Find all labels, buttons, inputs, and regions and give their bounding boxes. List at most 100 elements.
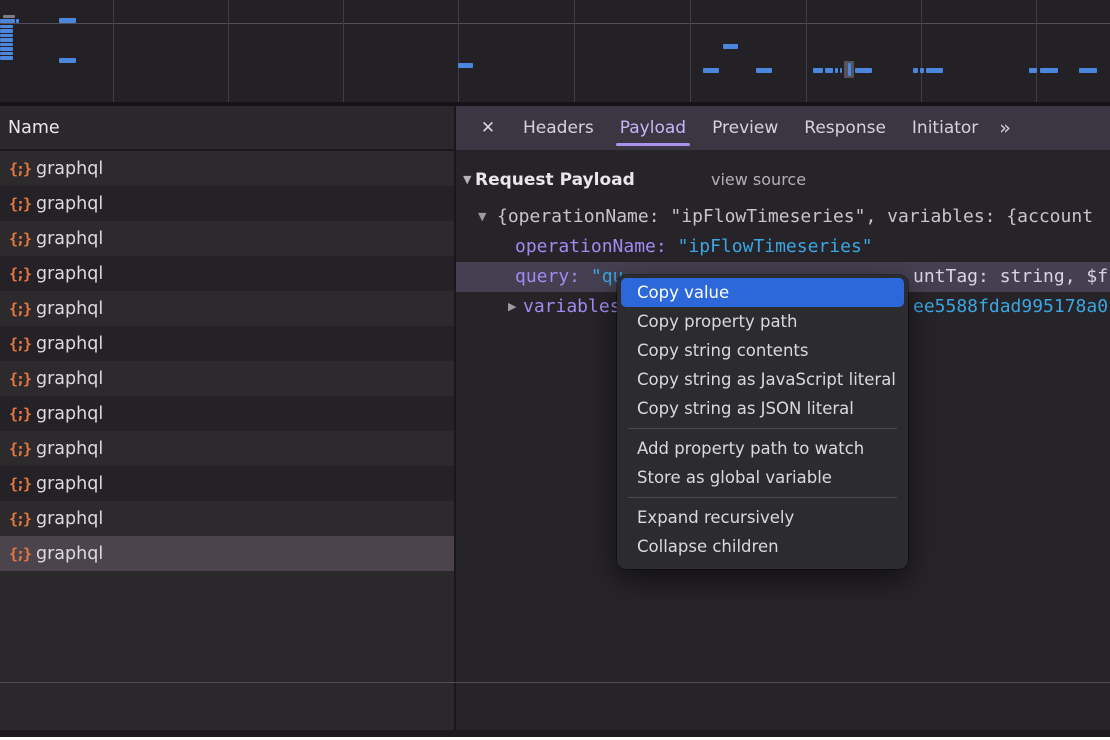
context-menu-item-collapse-children[interactable]: Collapse children [617,532,908,561]
request-timing-bar [1079,68,1097,73]
more-tabs-icon[interactable]: » [999,117,1009,139]
context-menu-item-copy-value[interactable]: Copy value [621,278,904,307]
footer-divider [0,682,1110,683]
close-icon[interactable]: ✕ [474,118,502,138]
request-timing-bar [0,56,13,60]
network-request-row[interactable]: {;}graphql [0,501,454,536]
tab-label: Payload [620,118,686,138]
context-menu-item-copy-string-contents[interactable]: Copy string contents [617,336,908,365]
details-tabbar: ✕ Headers Payload Preview Response Initiator… [456,106,1110,150]
query-value-right: untTag: string, $f [913,262,1108,292]
tab-response[interactable]: Response [791,106,899,150]
context-menu: Copy valueCopy property pathCopy string … [617,275,908,569]
overview-gridline [921,0,922,102]
json-braces-icon: {;} [9,475,33,493]
request-timing-bar [0,52,13,56]
active-tab-underline [616,143,690,146]
request-name-label: graphql [36,509,103,529]
network-request-row[interactable]: {;}graphql [0,466,454,501]
request-timing-bar [59,58,76,63]
request-timing-bar [825,68,833,73]
request-timing-bar [848,63,851,76]
operation-name-line[interactable]: operationName: "ipFlowTimeseries" [456,232,1110,262]
request-timing-bar [840,68,842,73]
request-name-label: graphql [36,369,103,389]
request-name-label: graphql [36,544,103,564]
tab-label: Headers [523,118,594,138]
request-timing-bar [855,68,872,73]
request-timing-bar [59,18,76,23]
tab-label: Response [804,118,886,138]
request-timing-bar [0,29,13,33]
request-timing-bar [813,68,823,73]
request-timing-bar [458,63,473,68]
request-timing-bar [3,15,15,18]
request-timing-bar [920,68,924,73]
network-request-row[interactable]: {;}graphql [0,186,454,221]
network-request-row[interactable]: {;}graphql [0,361,454,396]
tab-headers[interactable]: Headers [510,106,607,150]
network-request-row[interactable]: {;}graphql [0,256,454,291]
json-braces-icon: {;} [9,230,33,248]
variables-value-right: ee5588fdad995178a0 [913,292,1108,322]
section-collapse-triangle-icon[interactable]: ▼ [463,164,471,196]
request-timing-bar [0,25,13,29]
network-request-row[interactable]: {;}graphql [0,431,454,466]
network-request-row[interactable]: {;}graphql [0,536,454,571]
request-timing-bar [756,68,772,73]
payload-root-preview: {operationName: "ipFlowTimeseries", vari… [497,206,1093,227]
tab-label: Initiator [912,118,978,138]
request-timing-bar [0,47,13,51]
tab-initiator[interactable]: Initiator [899,106,991,150]
context-menu-item-copy-string-as-json-literal[interactable]: Copy string as JSON literal [617,394,908,423]
menu-separator [628,428,897,429]
request-timing-bar [723,44,738,49]
json-braces-icon: {;} [9,300,33,318]
payload-root-line[interactable]: ▼ {operationName: "ipFlowTimeseries", var… [456,202,1110,232]
request-timing-bar [703,68,719,73]
expand-triangle-icon[interactable]: ▼ [478,202,486,232]
request-timing-bar [913,68,918,73]
json-braces-icon: {;} [9,195,33,213]
request-timing-bar [0,19,15,23]
network-request-row[interactable]: {;}graphql [0,396,454,431]
menu-separator [628,497,897,498]
request-timing-bar [926,68,943,73]
network-overview-timeline[interactable] [0,0,1110,106]
view-source-link[interactable]: view source [711,164,806,196]
context-menu-item-copy-string-as-javascript-literal[interactable]: Copy string as JavaScript literal [617,365,908,394]
name-column-label: Name [8,118,60,138]
request-timing-bar [0,43,13,47]
details-tabs: Headers Payload Preview Response Initiator [510,106,991,150]
tab-payload[interactable]: Payload [607,106,699,150]
tab-preview[interactable]: Preview [699,106,791,150]
context-menu-item-store-as-global-variable[interactable]: Store as global variable [617,463,908,492]
name-column-header[interactable]: Name [0,106,454,151]
request-name-label: graphql [36,264,103,284]
network-request-row[interactable]: {;}graphql [0,221,454,256]
network-request-row[interactable]: {;}graphql [0,151,454,186]
tab-label: Preview [712,118,778,138]
network-request-row[interactable]: {;}graphql [0,326,454,361]
overview-row-divider [0,23,1110,24]
context-menu-item-expand-recursively[interactable]: Expand recursively [617,503,908,532]
overview-gridline [1036,0,1037,102]
request-rows: {;}graphql{;}graphql{;}graphql{;}graphql… [0,151,454,571]
request-timing-bar [1029,68,1037,73]
context-menu-item-copy-property-path[interactable]: Copy property path [617,307,908,336]
operation-name-value: "ipFlowTimeseries" [678,236,873,257]
request-name-label: graphql [36,159,103,179]
operation-name-key: operationName: [515,236,678,257]
overview-gridline [690,0,691,102]
variables-key: variables [523,296,621,317]
context-menu-item-add-property-path-to-watch[interactable]: Add property path to watch [617,434,908,463]
network-request-row[interactable]: {;}graphql [0,291,454,326]
json-braces-icon: {;} [9,370,33,388]
devtools-network-panel: Name {;}graphql{;}graphql{;}graphql{;}gr… [0,0,1110,737]
request-timing-bar [0,34,13,38]
json-braces-icon: {;} [9,265,33,283]
request-name-label: graphql [36,194,103,214]
collapsed-triangle-icon[interactable]: ▶ [508,292,516,322]
request-name-label: graphql [36,299,103,319]
overview-gridline [343,0,344,102]
